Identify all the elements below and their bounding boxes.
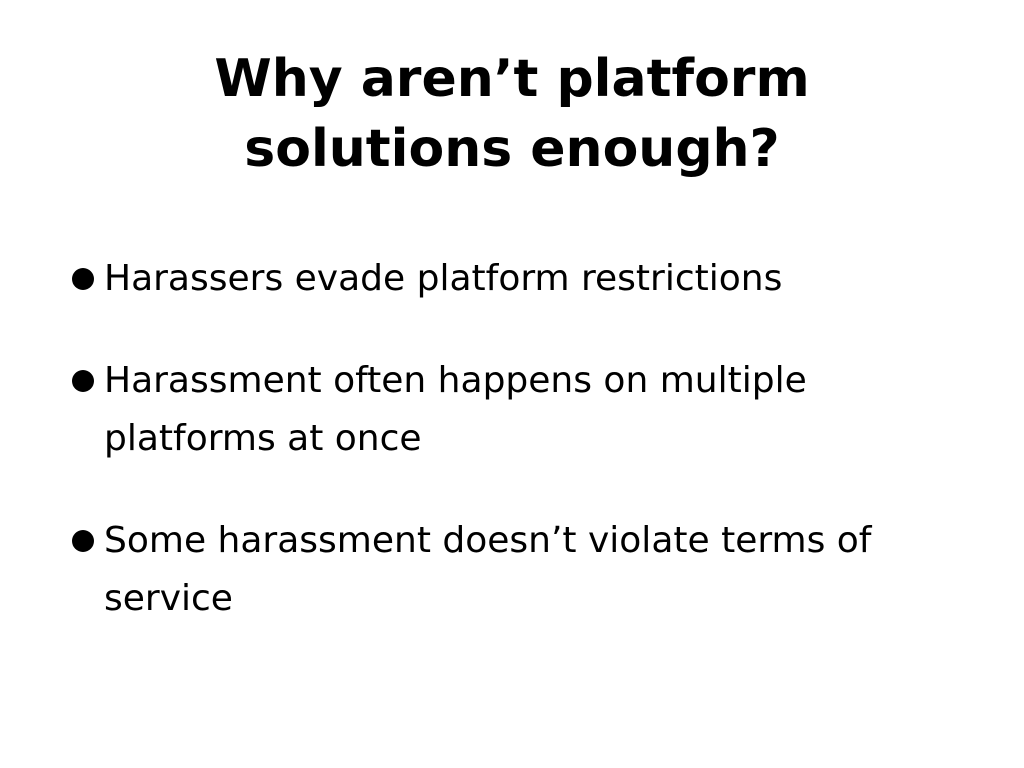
bullet-dot-icon — [72, 370, 94, 392]
bullet-text: Harassers evade platform restrictions — [104, 258, 783, 299]
bullet-dot-icon — [72, 268, 94, 290]
slide-title: Why aren’t platform solutions enough? — [0, 44, 1024, 184]
bullet-dot-icon — [72, 530, 94, 552]
slide: Why aren’t platform solutions enough? Ha… — [0, 0, 1024, 768]
bullet-text: Harassment often happens on multiple pla… — [104, 360, 807, 459]
slide-title-line-1: Why aren’t platform — [214, 49, 810, 109]
bullet-item: Harassment often happens on multiple pla… — [72, 352, 972, 468]
slide-title-line-2: solutions enough? — [244, 119, 780, 179]
bullet-item: Some harassment doesn’t violate terms of… — [72, 512, 972, 628]
bullet-list: Harassers evade platform restrictions Ha… — [72, 250, 972, 628]
bullet-item: Harassers evade platform restrictions — [72, 250, 972, 308]
bullet-text: Some harassment doesn’t violate terms of… — [104, 520, 872, 619]
